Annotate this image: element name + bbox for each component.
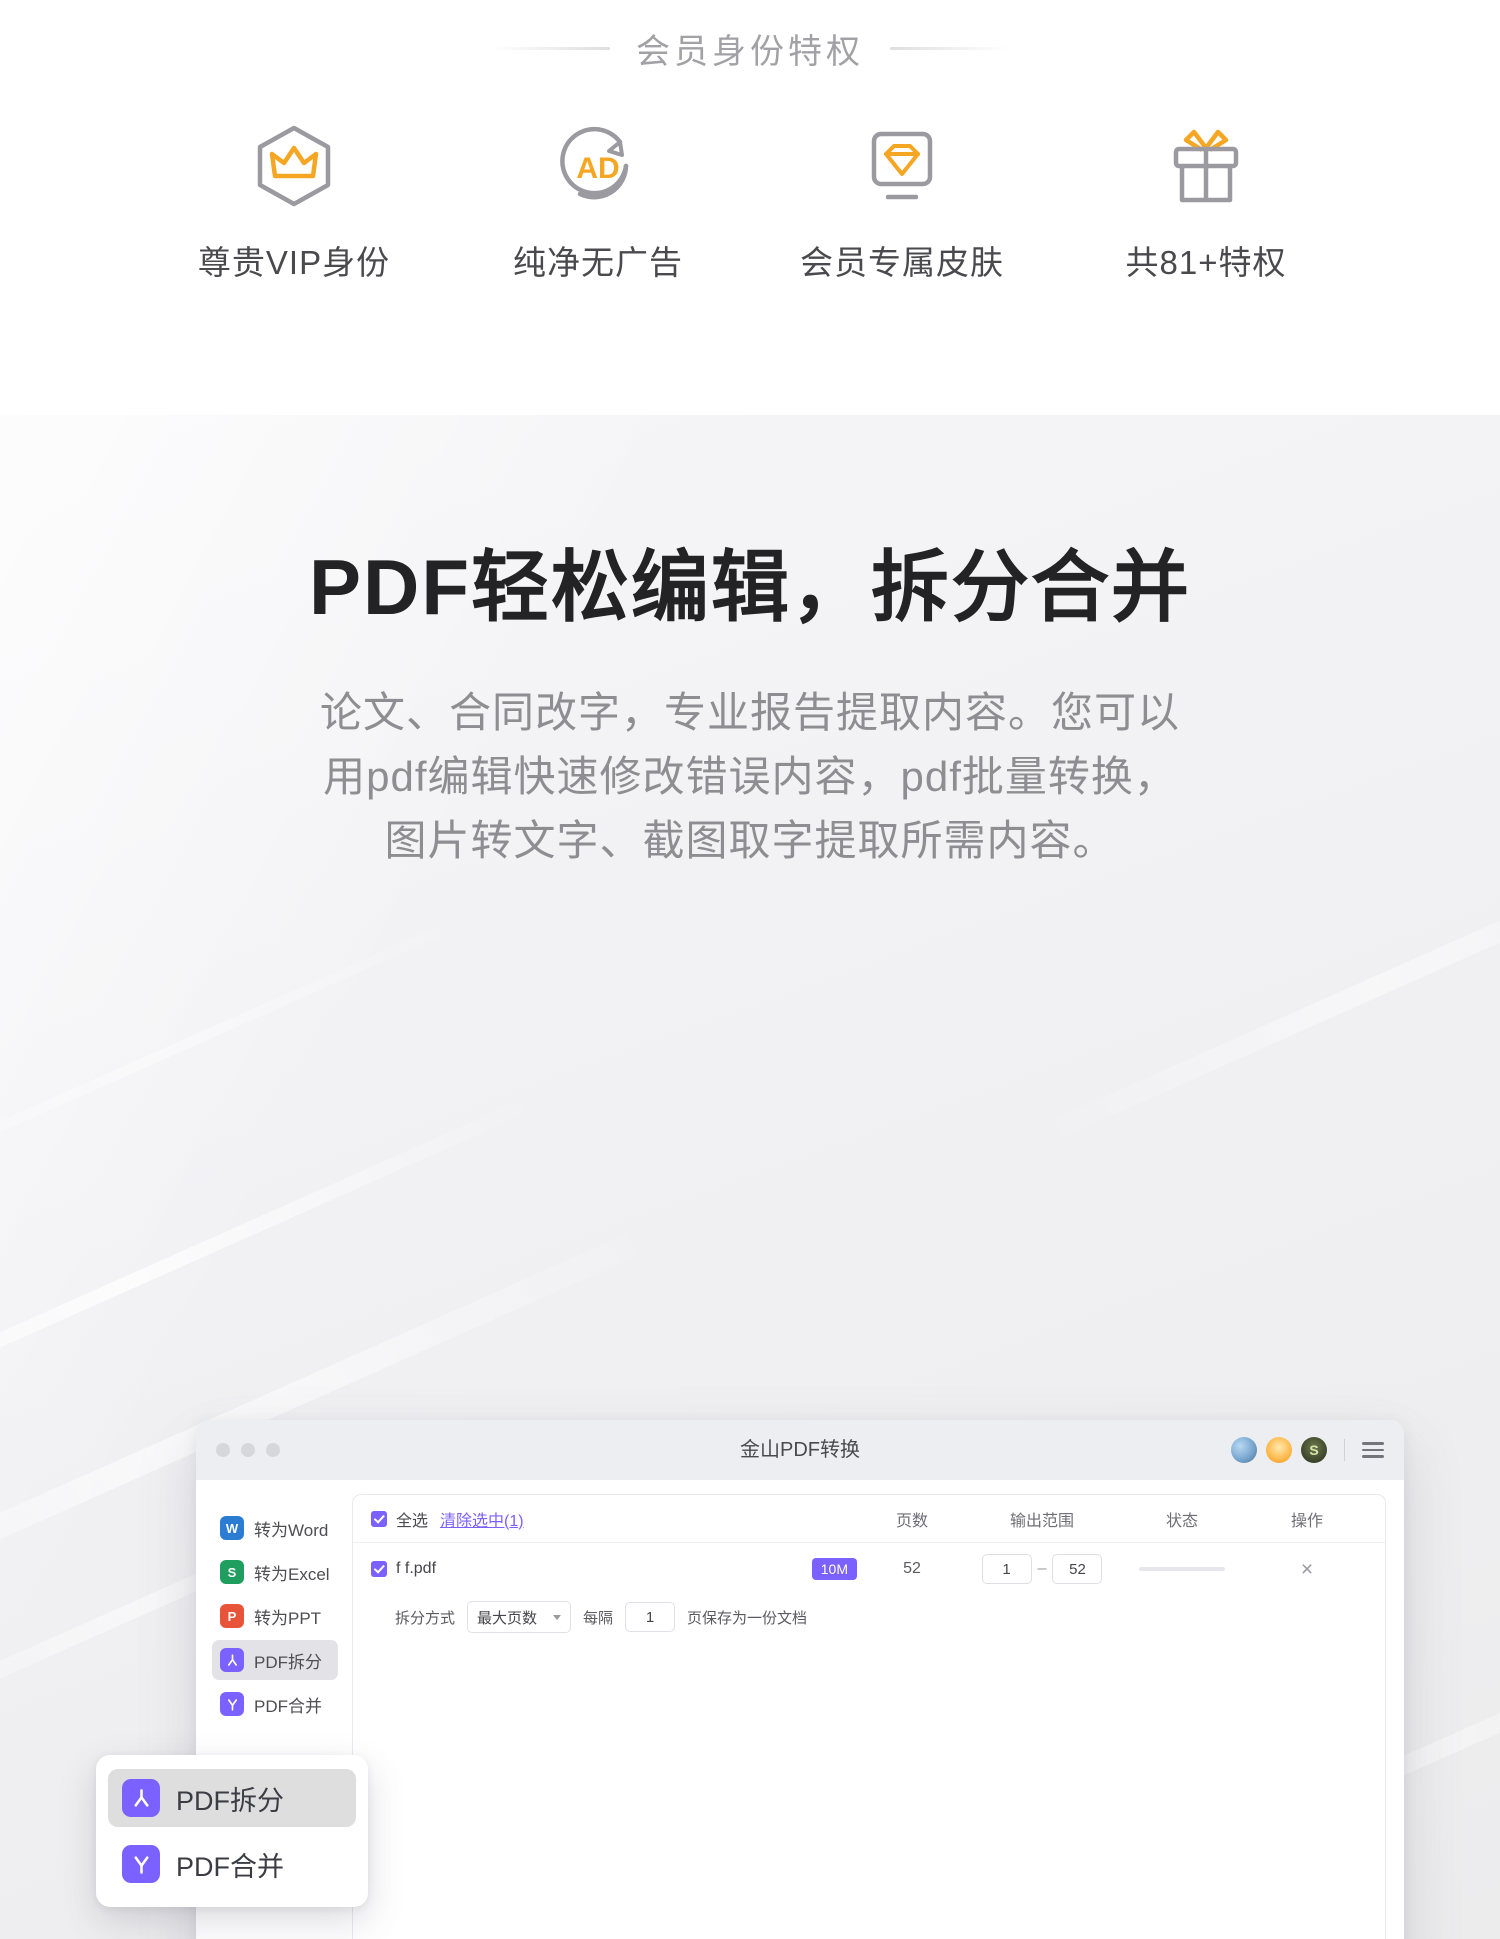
- column-header-range: 输出范围: [1009, 1512, 1074, 1530]
- status-cell: [1117, 1567, 1247, 1571]
- pdf-split-icon: [220, 1648, 244, 1672]
- column-header-status: 状态: [1165, 1512, 1198, 1530]
- sidebar-item-to-word[interactable]: W 转为Word: [212, 1508, 338, 1548]
- pdf-merge-icon: [122, 1845, 160, 1883]
- crown-hexagon-icon: [242, 114, 346, 218]
- vip-benefit-label: 会员专属皮肤: [800, 244, 1004, 281]
- divider-right: [890, 46, 1010, 50]
- page-description-line: 用pdf编辑快速修改错误内容，pdf批量转换，: [323, 752, 1177, 800]
- split-mode-select[interactable]: 最大页数: [467, 1601, 572, 1633]
- range-separator: –: [1037, 1560, 1047, 1577]
- window-titlebar: 金山PDF转换 S: [196, 1420, 1404, 1480]
- vip-benefit-label: 共81+特权: [1125, 244, 1287, 281]
- window-controls[interactable]: [216, 1443, 280, 1457]
- word-icon: W: [220, 1516, 244, 1540]
- page-description-line: 论文、合同改字，专业报告提取内容。您可以: [319, 689, 1180, 736]
- column-header-action: 操作: [1290, 1512, 1323, 1530]
- file-size-badge: 10M: [811, 1558, 857, 1580]
- select-all-label: 全选: [396, 1512, 429, 1530]
- file-list-header: 全选 清除选中(1) 页数 输出范围 状态 操作: [353, 1495, 1385, 1543]
- action-cell: ×: [1247, 1559, 1367, 1580]
- no-ad-circle-icon: AD: [546, 114, 650, 218]
- page-title: PDF轻松编辑，拆分合并: [308, 543, 1191, 631]
- sidebar-item-to-ppt[interactable]: P 转为PPT: [212, 1596, 338, 1636]
- zoomed-menu-popup: PDF拆分 PDF合并: [96, 1755, 368, 1907]
- interval-suffix-label: 页保存为一份文档: [687, 1609, 808, 1627]
- hamburger-menu-icon[interactable]: [1362, 1442, 1384, 1458]
- page-count: 52: [903, 1560, 921, 1577]
- file-list-empty-area: [353, 1649, 1385, 1939]
- divider: [1344, 1439, 1345, 1461]
- range-to-input[interactable]: 52: [1052, 1554, 1103, 1584]
- sidebar-item-to-excel[interactable]: S 转为Excel: [212, 1552, 338, 1592]
- gift-box-icon: [1154, 114, 1258, 218]
- vip-benefit-item: 会员专属皮肤: [800, 114, 1003, 284]
- titlebar-actions: S: [1231, 1437, 1384, 1463]
- window-title: 金山PDF转换: [740, 1439, 860, 1461]
- row-checkbox[interactable]: [371, 1561, 387, 1577]
- range-from-input[interactable]: 1: [981, 1554, 1032, 1584]
- sidebar-item-label: 转为Word: [254, 1520, 329, 1540]
- popup-item-pdf-merge[interactable]: PDF合并: [108, 1835, 356, 1893]
- vip-benefit-label: 尊贵VIP身份: [197, 244, 391, 281]
- vip-benefit-item: 共81+特权: [1108, 114, 1304, 284]
- sidebar-item-label: PDF拆分: [254, 1652, 322, 1672]
- vip-benefit-item: 尊贵VIP身份: [196, 114, 392, 284]
- hero-section: PDF轻松编辑，拆分合并 论文、合同改字，专业报告提取内容。您可以 用pdf编辑…: [0, 415, 1500, 1939]
- vip-benefit-list: 尊贵VIP身份 AD 纯净无广告 会员专属皮肤 共81+特权: [0, 114, 1500, 284]
- sidebar-item-pdf-merge[interactable]: PDF合并: [212, 1684, 338, 1724]
- app-window: 金山PDF转换 S W 转为Word S 转为Excel P 转为PPT PDF…: [196, 1420, 1404, 1939]
- pdf-merge-icon: [220, 1692, 244, 1716]
- interval-input[interactable]: 1: [625, 1602, 676, 1632]
- sidebar-item-label: 转为PPT: [254, 1608, 322, 1628]
- column-header-pages: 页数: [895, 1512, 928, 1530]
- file-list-panel: 全选 清除选中(1) 页数 输出范围 状态 操作 f f.pdf 10M 52 …: [352, 1494, 1386, 1939]
- page-description: 论文、合同改字，专业报告提取内容。您可以 用pdf编辑快速修改错误内容，pdf批…: [0, 681, 1500, 872]
- table-row: f f.pdf 10M 52 1 – 52 ×: [353, 1543, 1385, 1595]
- split-mode-label: 拆分方式: [395, 1609, 456, 1627]
- coin-badge-icon[interactable]: S: [1301, 1437, 1327, 1463]
- output-range: 1 – 52: [967, 1554, 1117, 1584]
- popup-item-pdf-split[interactable]: PDF拆分: [108, 1769, 356, 1827]
- minimize-window-button[interactable]: [241, 1443, 255, 1457]
- progress-bar: [1139, 1567, 1225, 1571]
- vip-privileges-section: 会员身份特权 尊贵VIP身份 AD 纯净无广告 会员专属皮肤 共81+特权: [0, 0, 1500, 415]
- vip-section-title: 会员身份特权: [636, 32, 864, 71]
- split-mode-value: 最大页数: [477, 1609, 538, 1627]
- app-body: W 转为Word S 转为Excel P 转为PPT PDF拆分 PDF合并 全…: [196, 1480, 1404, 1939]
- chevron-down-icon: [553, 1614, 562, 1620]
- sidebar-item-label: PDF合并: [254, 1696, 322, 1716]
- popup-item-label: PDF合并: [176, 1851, 284, 1882]
- vip-flame-badge-icon[interactable]: [1266, 1437, 1292, 1463]
- maximize-window-button[interactable]: [266, 1443, 280, 1457]
- vip-benefit-label: 纯净无广告: [513, 244, 683, 281]
- sidebar-item-pdf-split[interactable]: PDF拆分: [212, 1640, 338, 1680]
- clear-selected-link[interactable]: 清除选中(1): [440, 1507, 524, 1531]
- page-description-line: 图片转文字、截图取字提取所需内容。: [384, 816, 1116, 864]
- close-window-button[interactable]: [216, 1443, 230, 1457]
- select-all-checkbox[interactable]: [371, 1510, 387, 1527]
- split-options-row: 拆分方式 最大页数 每隔 1 页保存为一份文档: [353, 1595, 1385, 1649]
- interval-label: 每隔: [583, 1609, 614, 1627]
- popup-item-label: PDF拆分: [176, 1785, 284, 1816]
- background-streak: [0, 1092, 544, 1472]
- excel-icon: S: [220, 1560, 244, 1584]
- avatar[interactable]: [1231, 1437, 1257, 1463]
- file-name: f f.pdf: [396, 1560, 437, 1577]
- sidebar-item-label: 转为Excel: [254, 1564, 330, 1584]
- vip-section-header: 会员身份特权: [0, 18, 1500, 78]
- divider-left: [490, 46, 610, 50]
- vip-benefit-item: AD 纯净无广告: [500, 114, 696, 284]
- background-streak: [0, 913, 472, 1207]
- ppt-icon: P: [220, 1604, 244, 1628]
- pdf-split-icon: [122, 1779, 160, 1817]
- remove-file-button[interactable]: ×: [1301, 1559, 1313, 1580]
- monitor-diamond-skin-icon: [850, 114, 954, 218]
- svg-text:AD: AD: [576, 152, 619, 185]
